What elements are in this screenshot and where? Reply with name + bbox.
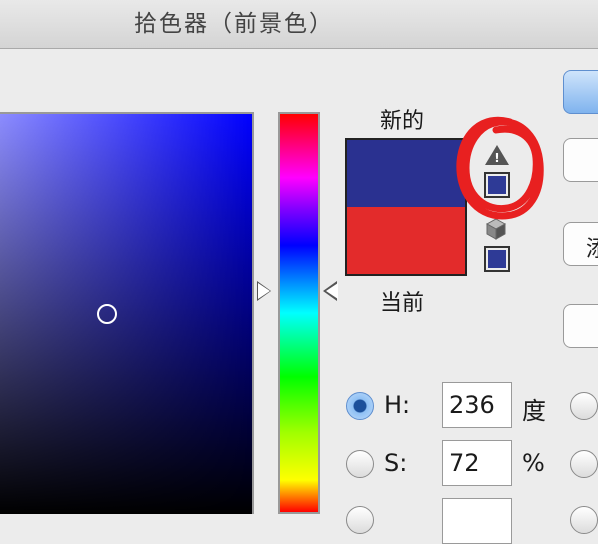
websafe-swatch[interactable] — [484, 246, 510, 272]
right-column-radio-2[interactable] — [570, 450, 598, 478]
hue-radio[interactable] — [346, 392, 374, 420]
right-column-radio-3[interactable] — [570, 506, 598, 534]
window-title: 拾色器（前景色） — [134, 11, 334, 37]
add-to-swatches-button[interactable]: 添 — [563, 222, 598, 266]
new-color-swatch — [347, 140, 465, 207]
saturation-radio[interactable] — [346, 450, 374, 478]
current-color-label: 当前 — [380, 291, 425, 316]
saturation-label: S: — [384, 449, 408, 477]
saturation-unit: % — [522, 449, 545, 477]
brightness-input[interactable] — [442, 498, 512, 544]
hue-slider[interactable] — [278, 112, 320, 514]
right-column-radio-1[interactable] — [570, 392, 598, 420]
hue-slider-left-handle[interactable] — [258, 283, 270, 299]
hue-label: H: — [384, 391, 411, 419]
color-field-picker-ring[interactable] — [97, 304, 117, 324]
saturation-input[interactable]: 72 — [442, 440, 512, 486]
color-field[interactable] — [0, 112, 254, 514]
hue-input[interactable]: 236 — [442, 382, 512, 428]
websafe-swatch-fill — [488, 250, 506, 268]
title-bar[interactable]: 拾色器（前景色） — [0, 0, 598, 49]
hue-slider-right-handle[interactable] — [326, 283, 338, 299]
brightness-radio[interactable] — [346, 506, 374, 534]
color-libraries-button[interactable] — [563, 304, 598, 348]
new-color-label: 新的 — [380, 109, 425, 134]
hue-unit: 度 — [522, 397, 546, 425]
current-color-swatch[interactable] — [347, 207, 465, 274]
cancel-button[interactable] — [563, 138, 598, 182]
ok-button[interactable] — [563, 70, 598, 114]
annotation-circle — [456, 116, 544, 220]
add-to-swatches-label: 添 — [586, 231, 598, 263]
color-swatch-preview — [345, 138, 467, 276]
